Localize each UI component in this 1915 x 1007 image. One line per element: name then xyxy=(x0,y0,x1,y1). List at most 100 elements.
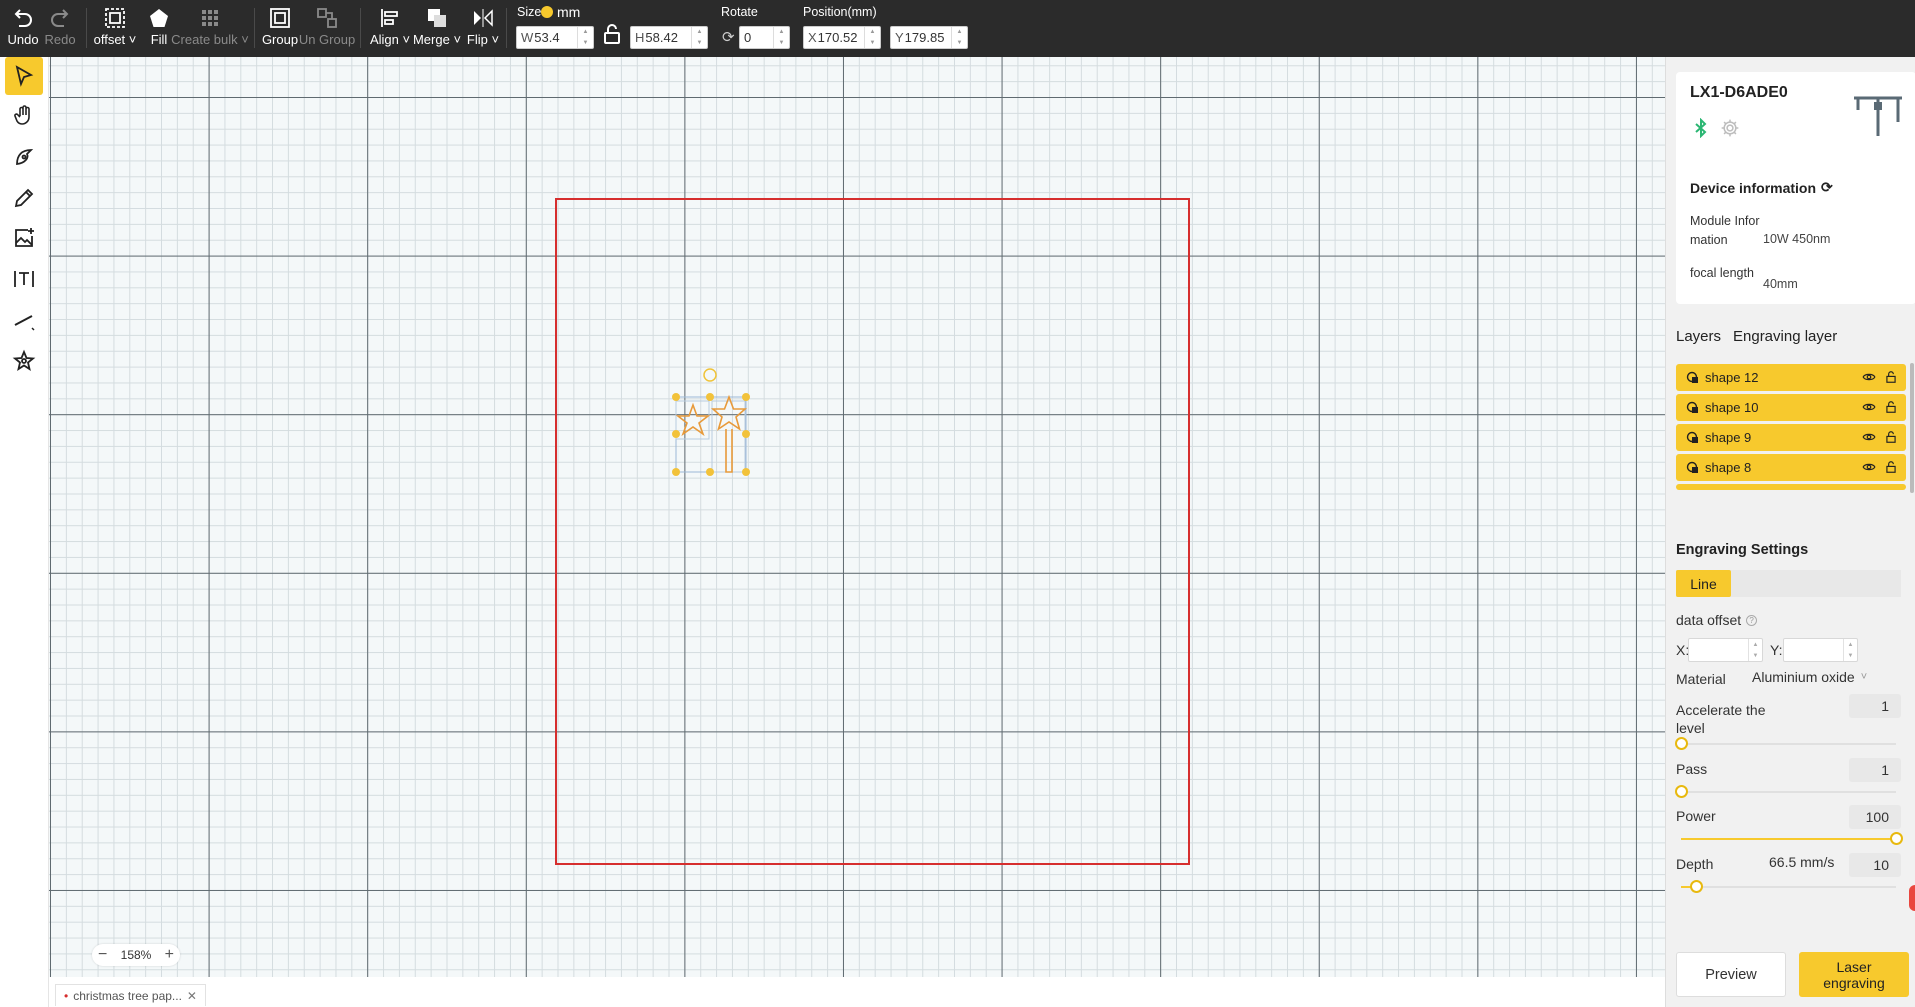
align-button[interactable]: Align ˅ xyxy=(370,4,410,54)
pass-slider[interactable] xyxy=(1675,785,1896,798)
offset-x-stepper[interactable]: ▲ ▼ xyxy=(1748,639,1762,661)
eye-icon[interactable] xyxy=(1862,460,1876,477)
fill-button[interactable]: Fill xyxy=(145,4,173,54)
tab-engraving-layer[interactable]: Engraving layer xyxy=(1733,328,1837,345)
accelerate-slider[interactable] xyxy=(1675,737,1896,750)
height-value: 58.42 xyxy=(645,30,678,45)
select-tool[interactable] xyxy=(5,57,43,95)
layer-row[interactable]: shape 8 xyxy=(1676,454,1906,481)
create-bulk-button[interactable]: Create bulk ˅ xyxy=(171,4,249,54)
flip-button[interactable]: Flip ˅ xyxy=(467,4,499,54)
toolbar-divider xyxy=(254,8,255,48)
work-area-boundary xyxy=(555,198,1190,865)
height-input[interactable]: H 58.42 ▲ ▼ xyxy=(630,26,708,49)
offset-label: offset xyxy=(93,32,126,47)
width-value: 53.4 xyxy=(534,30,560,45)
shape-tool[interactable] xyxy=(5,342,43,380)
zoom-in-icon[interactable]: + xyxy=(165,947,174,963)
line-icon xyxy=(14,315,35,331)
width-prefix: W xyxy=(521,30,534,45)
eye-icon[interactable] xyxy=(1862,430,1876,447)
help-icon[interactable]: ? xyxy=(1746,614,1758,626)
position-y-input[interactable]: Y 179.85 ▲ ▼ xyxy=(890,26,968,49)
width-input[interactable]: W 53.4 ▲ ▼ xyxy=(516,26,594,49)
lock-icon[interactable] xyxy=(1884,429,1898,448)
accelerate-value[interactable]: 1 xyxy=(1849,694,1901,718)
offset-y-stepper[interactable]: ▲ ▼ xyxy=(1843,639,1857,661)
refresh-icon[interactable]: ⟳ xyxy=(1821,179,1833,196)
left-toolbar xyxy=(0,57,49,1007)
layer-row[interactable]: shape 10 xyxy=(1676,394,1906,421)
redo-button[interactable]: Redo xyxy=(44,4,76,54)
gear-icon[interactable] xyxy=(1720,118,1740,138)
bluetooth-icon xyxy=(1695,118,1707,138)
depth-value[interactable]: 10 xyxy=(1849,853,1901,877)
undo-button[interactable]: Undo xyxy=(7,4,39,54)
ungroup-button[interactable]: Un Group xyxy=(299,4,355,54)
power-knob[interactable] xyxy=(1890,832,1903,845)
layer-row[interactable]: shape 9 xyxy=(1676,424,1906,451)
device-info-title: Device information ⟳ xyxy=(1690,179,1833,196)
zoom-out-icon[interactable]: − xyxy=(98,947,107,963)
side-handle[interactable] xyxy=(1909,885,1915,911)
line-tool[interactable] xyxy=(5,301,43,339)
y-stepper[interactable]: ▲ ▼ xyxy=(951,27,967,48)
group-button[interactable]: Group xyxy=(262,4,298,54)
tab-layers[interactable]: Layers xyxy=(1676,328,1721,345)
flip-icon xyxy=(471,4,495,32)
accelerate-knob[interactable] xyxy=(1675,737,1688,750)
lock-icon[interactable] xyxy=(1884,369,1898,388)
width-stepper[interactable]: ▲ ▼ xyxy=(577,27,593,48)
power-slider[interactable] xyxy=(1681,832,1903,845)
pencil-tool[interactable] xyxy=(5,179,43,217)
group-icon xyxy=(268,4,292,32)
layer-row[interactable]: shape 12 xyxy=(1676,364,1906,391)
text-tool[interactable] xyxy=(5,260,43,298)
position-x-input[interactable]: X 170.52 ▲ ▼ xyxy=(803,26,881,49)
tab-line[interactable]: Line xyxy=(1676,570,1731,597)
material-select[interactable]: Aluminium oxide ˅ xyxy=(1752,669,1867,685)
image-add-icon xyxy=(15,228,34,247)
design-canvas[interactable] xyxy=(49,57,1665,977)
lock-icon[interactable] xyxy=(1884,399,1898,418)
lock-icon[interactable] xyxy=(1884,459,1898,478)
rotate-input[interactable]: 0 ▲ ▼ xyxy=(739,26,790,49)
depth-slider[interactable] xyxy=(1681,880,1896,893)
pass-value[interactable]: 1 xyxy=(1849,758,1901,782)
lock-ratio-button[interactable] xyxy=(602,22,622,46)
close-icon[interactable]: ✕ xyxy=(187,989,197,1003)
pass-knob[interactable] xyxy=(1675,785,1688,798)
height-stepper[interactable]: ▲ ▼ xyxy=(691,27,707,48)
merge-button[interactable]: Merge ˅ xyxy=(413,4,461,54)
layer-list-scrollbar[interactable] xyxy=(1910,363,1914,493)
offset-y-input[interactable]: ▲ ▼ xyxy=(1783,638,1858,662)
rotate-stepper[interactable]: ▲ ▼ xyxy=(773,27,789,48)
offset-x-input[interactable]: ▲ ▼ xyxy=(1688,638,1763,662)
power-value[interactable]: 100 xyxy=(1849,805,1901,829)
image-tool[interactable] xyxy=(5,219,43,257)
fill-label: Fill xyxy=(150,32,168,47)
x-stepper[interactable]: ▲ ▼ xyxy=(864,27,880,48)
depth-knob[interactable] xyxy=(1690,880,1703,893)
rotate-value: 0 xyxy=(744,30,752,45)
layer-row-partial[interactable] xyxy=(1676,484,1906,490)
hand-tool[interactable] xyxy=(5,97,43,135)
shape-layer-icon xyxy=(1686,401,1698,413)
device-info-label: Device information xyxy=(1690,179,1817,196)
eye-icon[interactable] xyxy=(1862,400,1876,417)
right-panel: LX1-D6ADE0 Device information ⟳ Module I… xyxy=(1665,57,1915,1007)
power-label: Power xyxy=(1676,808,1716,824)
unit-toggle[interactable]: mm xyxy=(541,4,580,20)
redo-icon xyxy=(48,4,72,32)
data-offset-row: data offset ? xyxy=(1676,609,1758,631)
laser-engraving-button[interactable]: Laser engraving xyxy=(1799,952,1909,997)
top-toolbar: Undo Redo offset ˅ Fill Create bulk ˅ Gr… xyxy=(0,0,1915,57)
height-prefix: H xyxy=(635,30,645,45)
file-tab[interactable]: • christmas tree pap... ✕ xyxy=(55,984,206,1006)
pen-tool[interactable] xyxy=(5,138,43,176)
shape-layer-icon xyxy=(1686,431,1698,443)
preview-button[interactable]: Preview xyxy=(1676,952,1786,997)
eye-icon[interactable] xyxy=(1862,370,1876,387)
cursor-icon xyxy=(15,65,34,87)
offset-button[interactable]: offset ˅ xyxy=(93,4,136,54)
